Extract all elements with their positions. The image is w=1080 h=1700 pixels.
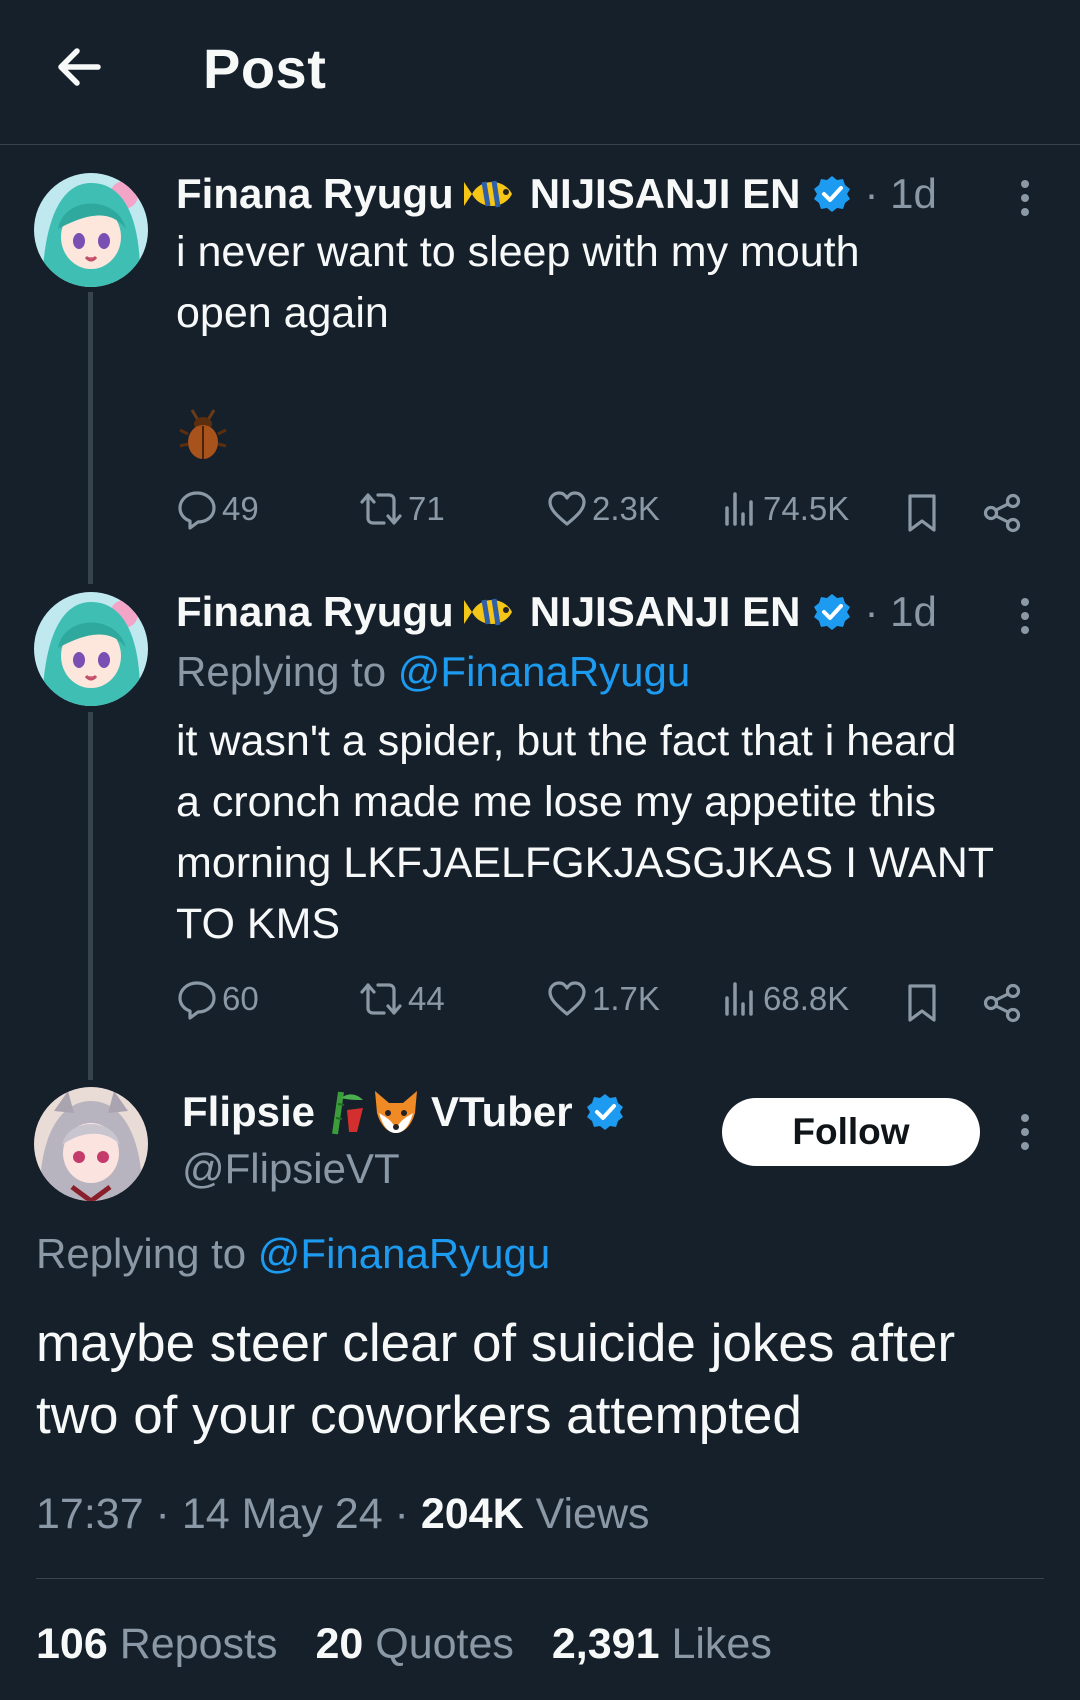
display-name[interactable]: Finana Ryugu <box>176 588 454 636</box>
reply-button[interactable]: 60 <box>176 978 259 1020</box>
like-button[interactable]: 1.7K <box>546 978 660 1020</box>
affiliation: NIJISANJI EN <box>529 588 801 635</box>
engagement-stats: 106 Reposts 20 Quotes 2,391 Likes <box>36 1620 810 1669</box>
tweet-header: Finana Ryugu NIJISANJI EN · 1d <box>176 170 937 218</box>
repost-icon <box>360 493 402 525</box>
more-icon[interactable] <box>1010 1110 1040 1154</box>
likes-stat[interactable]: 2,391 Likes <box>552 1620 772 1669</box>
repost-icon <box>360 983 402 1015</box>
display-name[interactable]: Flipsie <box>182 1088 315 1136</box>
display-name[interactable]: Finana Ryugu <box>176 170 454 218</box>
display-name-suffix: VTuber <box>431 1088 573 1135</box>
more-icon[interactable] <box>1010 594 1040 638</box>
follow-button[interactable]: Follow <box>722 1098 980 1166</box>
page-title: Post <box>203 37 327 100</box>
views-icon <box>725 982 753 1016</box>
replying-to: Replying to @FinanaRyugu <box>176 648 691 695</box>
bookmark-icon[interactable] <box>904 982 940 1024</box>
timestamp[interactable]: · 1d <box>864 170 936 218</box>
avatar[interactable] <box>34 173 148 287</box>
reposts-stat[interactable]: 106 Reposts <box>36 1620 277 1669</box>
tweet-header: Flipsie VTuber <box>182 1088 625 1136</box>
views-label: Views <box>523 1490 650 1538</box>
thread-line <box>88 712 93 1080</box>
tweet-text: i never want to sleep with my mouth open… <box>176 228 860 337</box>
share-icon[interactable] <box>982 982 1024 1024</box>
verified-badge-icon <box>586 1094 623 1130</box>
user-handle[interactable]: @FlipsieVT <box>182 1145 400 1193</box>
tweet-actions: 60 44 1.7K 68.8K <box>176 978 1036 1028</box>
like-icon <box>548 981 586 1016</box>
repost-button[interactable]: 71 <box>358 488 445 530</box>
reply-icon <box>178 981 216 1020</box>
divider <box>36 1578 1044 1579</box>
repost-button[interactable]: 44 <box>358 978 445 1020</box>
thread-line <box>88 292 93 584</box>
tweet-actions: 49 71 2.3K 74.5K <box>176 488 1036 538</box>
avatar[interactable] <box>34 1087 148 1201</box>
tweet-header: Finana Ryugu NIJISANJI EN · 1d <box>176 588 937 636</box>
main-tweet-text: maybe steer clear of suicide jokes after… <box>36 1314 956 1445</box>
tropical-fish-emoji <box>463 598 512 626</box>
share-icon[interactable] <box>982 492 1024 534</box>
quotes-stat[interactable]: 20 Quotes <box>315 1620 513 1669</box>
bamboo-emoji <box>332 1091 364 1135</box>
reply-icon <box>178 491 216 530</box>
reply-button[interactable]: 49 <box>176 488 259 530</box>
like-icon <box>548 491 586 526</box>
like-button[interactable]: 2.3K <box>546 488 660 530</box>
timestamp[interactable]: · 1d <box>864 588 936 636</box>
avatar[interactable] <box>34 592 148 706</box>
timestamp[interactable]: 17:37 · 14 May 24 · <box>36 1490 421 1538</box>
tweet-text: it wasn't a spider, but the fact that i … <box>176 717 995 948</box>
beetle-emoji <box>179 409 227 459</box>
bookmark-icon[interactable] <box>904 492 940 534</box>
views-icon <box>725 492 753 526</box>
tweet-meta: 17:37 · 14 May 24 · 204K Views <box>36 1490 650 1539</box>
verified-badge-icon <box>814 176 851 212</box>
mention-link[interactable]: @FinanaRyugu <box>398 648 690 695</box>
affiliation: NIJISANJI EN <box>529 170 801 217</box>
views-button[interactable]: 74.5K <box>721 488 849 530</box>
views-count: 204K <box>420 1490 524 1538</box>
views-button[interactable]: 68.8K <box>721 978 849 1020</box>
back-arrow-icon[interactable] <box>52 40 106 94</box>
verified-badge-icon <box>814 594 851 630</box>
tropical-fish-emoji <box>463 180 512 208</box>
fox-emoji <box>375 1091 418 1133</box>
top-bar: Post <box>0 0 1080 145</box>
more-icon[interactable] <box>1010 176 1040 220</box>
replying-to: Replying to @FinanaRyugu <box>36 1230 551 1277</box>
mention-link[interactable]: @FinanaRyugu <box>258 1230 550 1277</box>
